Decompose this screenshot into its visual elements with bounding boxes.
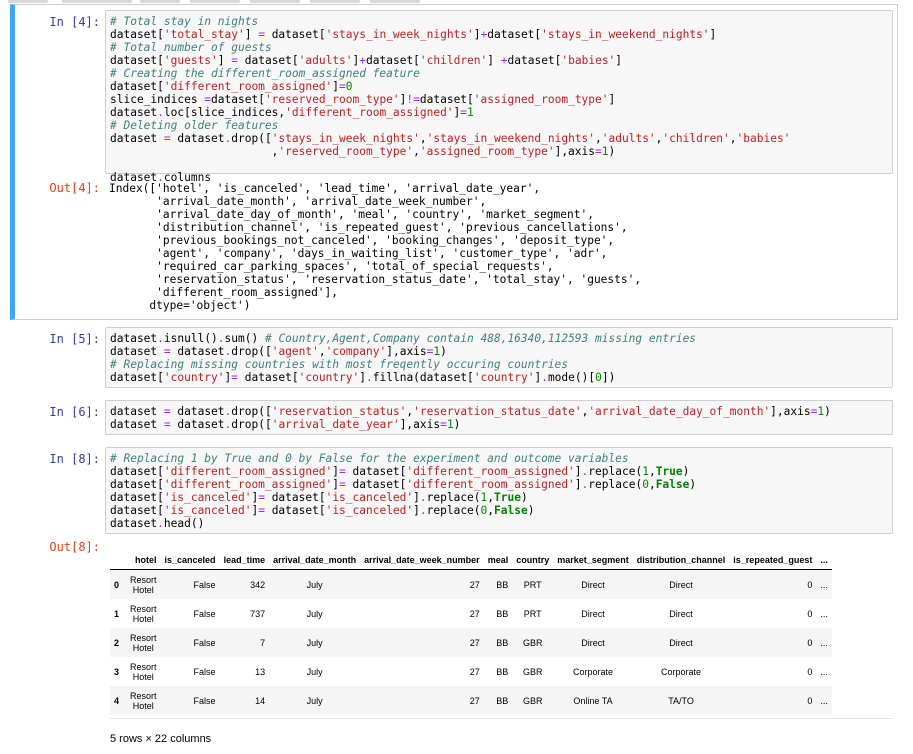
cell-arrival-date-month: July xyxy=(269,628,361,657)
cell-distribution-channel: Direct xyxy=(669,608,693,619)
cell-distribution-channel: Corporate xyxy=(661,666,702,677)
row-index: 2 xyxy=(110,628,126,657)
cell-arrival-date-month: July xyxy=(269,686,361,715)
cell-arrival-week: 27 xyxy=(469,608,480,619)
cell-8-code-editor[interactable]: # Replacing 1 by True and 0 by False for… xyxy=(105,447,893,534)
cell-ellipsis: ... xyxy=(820,666,828,677)
cell-4-code[interactable]: # Total stay in nights dataset['total_st… xyxy=(110,15,888,184)
cell-arrival-week: 27 xyxy=(469,666,480,677)
header-hotel: hotel xyxy=(126,551,161,570)
cell-4-output-prompt: Out[4]: xyxy=(49,181,100,195)
header-index xyxy=(110,551,126,570)
row-index: 4 xyxy=(110,686,126,715)
cell-lead-time: 13 xyxy=(255,666,266,677)
cell-distribution-channel: Direct xyxy=(632,628,730,657)
cell-4-output-text: Index(['hotel', 'is_canceled', 'lead_tim… xyxy=(109,182,642,312)
header-lead-time: lead_time xyxy=(219,551,270,570)
dataframe-table: hotel is_canceled lead_time arrival_date… xyxy=(110,551,832,715)
cell-ellipsis: ... xyxy=(816,628,832,657)
cell-6-code[interactable]: dataset = dataset.drop(['reservation_sta… xyxy=(110,405,888,431)
cell-country: GBR xyxy=(512,628,554,657)
header-country: country xyxy=(512,551,554,570)
cell-is-repeated-guest: 0 xyxy=(729,686,817,715)
cell-distribution-channel: Direct xyxy=(632,569,730,599)
cell-meal: BB xyxy=(483,628,513,657)
cell-is-repeated-guest: 0 xyxy=(729,628,817,657)
cell-lead-time: 737 xyxy=(250,608,266,619)
cell-is-canceled: False xyxy=(193,666,216,677)
cell-country: PRT xyxy=(512,569,554,599)
cell-meal: BB xyxy=(483,686,513,715)
cell-6-input-prompt: In [6]: xyxy=(49,405,100,419)
cell-market-segment: Direct xyxy=(581,608,605,619)
cell-arrival-week: 27 xyxy=(360,569,484,599)
table-header-row: hotel is_canceled lead_time arrival_date… xyxy=(110,551,832,570)
header-arrival-date-week-number: arrival_date_week_number xyxy=(360,551,484,570)
cell-market-segment: Corporate xyxy=(572,666,614,677)
cell-5-code[interactable]: dataset.isnull().sum() # Country,Agent,C… xyxy=(110,332,888,384)
row-index: 1 xyxy=(114,608,120,619)
header-ellipsis: ... xyxy=(816,551,832,570)
cell-market-segment: Direct xyxy=(553,569,633,599)
cell-is-repeated-guest: 0 xyxy=(807,608,813,619)
cell-is-repeated-guest: 0 xyxy=(729,569,817,599)
cell-is-canceled: False xyxy=(193,608,216,619)
cell-ellipsis: ... xyxy=(816,686,832,715)
cell-hotel: Resort Hotel xyxy=(126,628,161,657)
cell-4-code-editor[interactable]: # Total stay in nights dataset['total_st… xyxy=(105,10,893,184)
cell-meal: BB xyxy=(496,608,509,619)
cell-is-canceled: False xyxy=(160,569,220,599)
cell-country: GBR xyxy=(512,686,554,715)
header-meal: meal xyxy=(483,551,513,570)
table-row: 3 Resort Hotel False 13 July 27 BB GBR Co… xyxy=(110,657,832,686)
header-is-repeated-guest: is_repeated_guest xyxy=(729,551,817,570)
cell-4-input-prompt: In [4]: xyxy=(49,15,100,29)
cell-6-code-editor[interactable]: dataset = dataset.drop(['reservation_sta… xyxy=(105,400,893,435)
cell-ellipsis: ... xyxy=(820,608,828,619)
cell-hotel: Resort Hotel xyxy=(130,603,157,624)
cell-arrival-date-month: July xyxy=(306,608,323,619)
cell-arrival-date-month: July xyxy=(306,666,323,677)
cell-5-code-editor[interactable]: dataset.isnull().sum() # Country,Agent,C… xyxy=(105,327,893,388)
cell-market-segment: Direct xyxy=(553,628,633,657)
table-row: 0 Resort Hotel False 342 July 27 BB PRT D… xyxy=(110,569,832,599)
header-is-canceled: is_canceled xyxy=(160,551,220,570)
cell-8-code[interactable]: # Replacing 1 by True and 0 by False for… xyxy=(110,452,888,530)
cell-meal: BB xyxy=(496,666,509,677)
cell-arrival-date-month: July xyxy=(269,569,361,599)
cell-lead-time: 342 xyxy=(219,569,270,599)
cell-8-output-prompt: Out[8]: xyxy=(49,540,100,554)
cell-market-segment: Online TA xyxy=(553,686,633,715)
cell-country: GBR xyxy=(522,666,543,677)
cell-5-input-prompt: In [5]: xyxy=(49,332,100,346)
cell-is-repeated-guest: 0 xyxy=(807,666,813,677)
rows-columns-note: 5 rows × 22 columns xyxy=(110,733,212,745)
header-market-segment: market_segment xyxy=(553,551,633,570)
cell-hotel: Resort Hotel xyxy=(130,661,157,682)
cell-ellipsis: ... xyxy=(816,569,832,599)
cell-meal: BB xyxy=(483,569,513,599)
cell-hotel: Resort Hotel xyxy=(126,686,161,715)
cell-is-canceled: False xyxy=(160,686,220,715)
table-row: 4 Resort Hotel False 14 July 27 BB GBR On… xyxy=(110,686,832,715)
cell-arrival-week: 27 xyxy=(360,686,484,715)
cell-is-canceled: False xyxy=(160,628,220,657)
header-arrival-date-month: arrival_date_month xyxy=(269,551,361,570)
table-row: 2 Resort Hotel False 7 July 27 BB GBR Dir… xyxy=(110,628,832,657)
cell-arrival-week: 27 xyxy=(360,628,484,657)
row-index: 3 xyxy=(114,666,120,677)
header-distribution-channel: distribution_channel xyxy=(632,551,730,570)
row-index: 0 xyxy=(110,569,126,599)
table-scroll-track[interactable] xyxy=(110,718,893,719)
cell-8-input-prompt: In [8]: xyxy=(49,452,100,466)
cell-distribution-channel: TA/TO xyxy=(632,686,730,715)
cell-country: PRT xyxy=(523,608,542,619)
cell-hotel: Resort Hotel xyxy=(126,569,161,599)
table-row: 1 Resort Hotel False 737 July 27 BB PRT D… xyxy=(110,599,832,628)
cell-lead-time: 14 xyxy=(219,686,270,715)
cell-lead-time: 7 xyxy=(219,628,270,657)
